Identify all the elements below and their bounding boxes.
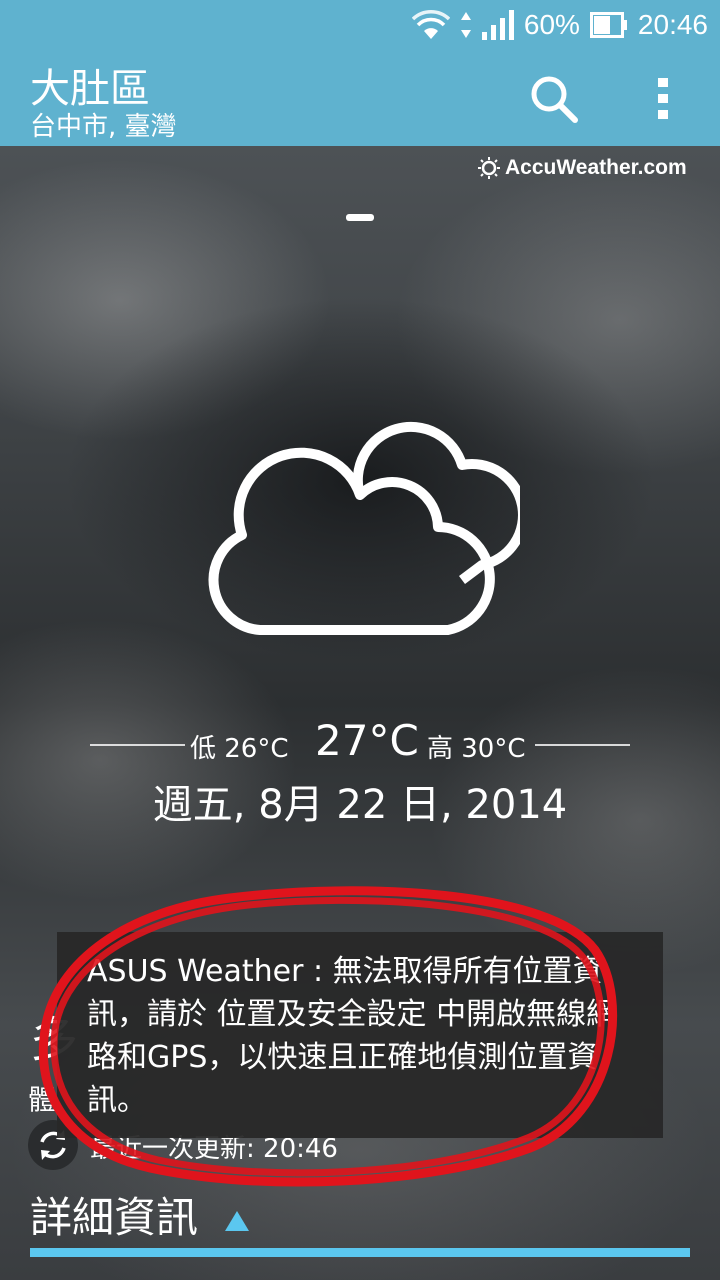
toast-text: ASUS Weather : 無法取得所有位置資訊，請於 位置及安全設定 中開啟… xyxy=(87,954,617,1118)
status-bar: 60% 20:46 xyxy=(0,0,720,50)
details-heading[interactable]: 詳細資訊 xyxy=(30,1184,198,1245)
wifi-icon xyxy=(411,10,450,39)
accuweather-label: AccuWeather.com xyxy=(505,156,687,179)
signal-icon xyxy=(481,10,514,40)
current-temperature: 27°C xyxy=(315,716,419,765)
page-indicator xyxy=(346,214,374,221)
battery-percent: 60% xyxy=(523,9,580,40)
toast-message: ASUS Weather : 無法取得所有位置資訊，請於 位置及安全設定 中開啟… xyxy=(57,932,663,1138)
feels-like-text: 體 xyxy=(28,1083,57,1116)
mostly-cloudy-icon xyxy=(208,421,520,635)
low-temperature: 低 26°C xyxy=(190,734,289,764)
data-transfer-icon xyxy=(460,12,471,38)
clock: 20:46 xyxy=(637,9,708,40)
divider xyxy=(535,744,630,746)
location-subtitle: 台中市, 臺灣 xyxy=(30,112,177,142)
overflow-menu-icon[interactable] xyxy=(640,70,688,126)
battery-icon xyxy=(589,12,627,38)
expand-up-arrow-icon[interactable] xyxy=(224,1210,250,1232)
forecast-date: 週五, 8月 22 日, 2014 xyxy=(152,782,568,828)
high-temperature: 高 30°C xyxy=(427,734,526,764)
accuweather-attribution[interactable]: AccuWeather.com xyxy=(478,154,687,182)
divider xyxy=(90,744,185,746)
details-indicator-bar xyxy=(30,1248,690,1257)
search-icon[interactable] xyxy=(525,70,581,126)
sun-logo-icon xyxy=(478,157,500,179)
app-bar: 大肚區 台中市, 臺灣 xyxy=(0,50,720,146)
temperature-row: 低 26°C 27°C 高 30°C xyxy=(90,716,630,772)
